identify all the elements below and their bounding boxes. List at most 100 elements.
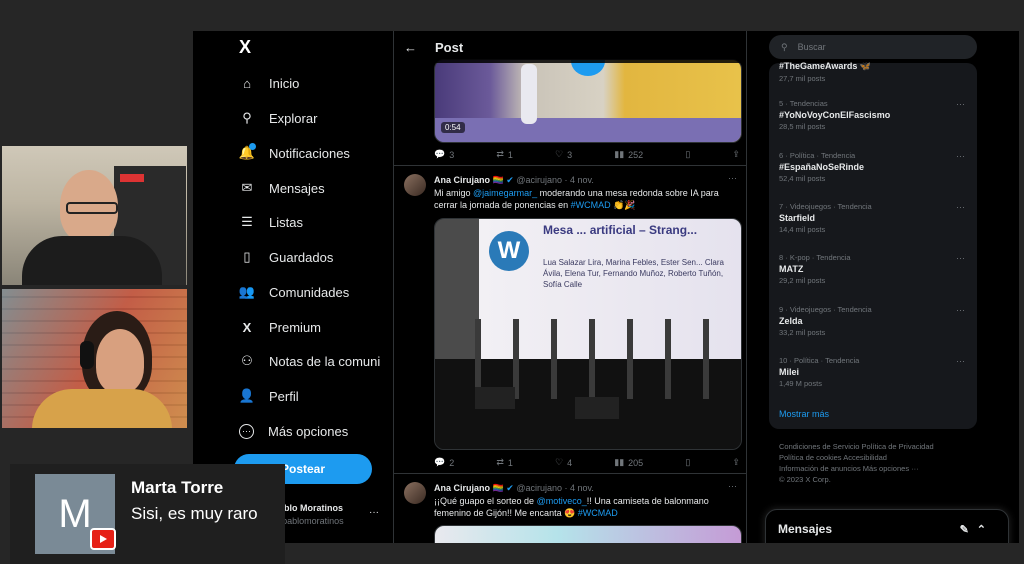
more-icon[interactable]: ··· bbox=[956, 253, 965, 263]
new-message-icon[interactable]: ✎ bbox=[960, 524, 977, 536]
headphones bbox=[80, 341, 94, 369]
tweet1-author[interactable]: Ana Cirujano 🏳️‍🌈 ✔ @acirujano · 4 nov. bbox=[434, 175, 594, 186]
bookmark-icon: ▯ bbox=[685, 149, 691, 159]
chevron-up-icon[interactable]: ⌃ bbox=[977, 524, 994, 536]
trend-item[interactable]: 8 · K-pop · Tendencia MATZ 29,2 mil post… bbox=[779, 253, 969, 285]
nav-item-mas-opciones[interactable]: ⋯ Más opciones bbox=[239, 416, 391, 446]
slide-names: Lua Salazar Lira, Marina Febles, Ester S… bbox=[543, 258, 724, 289]
nav-item-mensajes[interactable]: ✉ Mensajes bbox=[239, 173, 391, 203]
bookmark-button[interactable]: ▯ bbox=[685, 149, 690, 160]
glasses bbox=[66, 202, 118, 214]
trend-item[interactable]: 10 · Política · Tendencia Milei 1,49 M p… bbox=[779, 356, 969, 388]
nav-item-guardados[interactable]: ▯ Guardados bbox=[239, 242, 391, 272]
reply-button[interactable]: 💬 2 bbox=[434, 457, 454, 468]
like-button[interactable]: ♡ 4 bbox=[555, 457, 572, 468]
chat-message: Sisi, es muy raro bbox=[131, 504, 258, 523]
author-avatar[interactable] bbox=[404, 482, 426, 504]
mention-link[interactable]: @motiveco_ bbox=[537, 496, 587, 506]
right-sidebar: ⚲ Buscar #TheGameAwards 🦋 27,7 mil posts… bbox=[745, 31, 1019, 543]
more-icon[interactable]: ··· bbox=[956, 151, 965, 161]
show-more-link[interactable]: Mostrar más bbox=[779, 409, 829, 419]
share-button[interactable]: ⇪ bbox=[732, 149, 740, 160]
more-icon[interactable]: ··· bbox=[956, 202, 965, 212]
nav-item-premium[interactable]: X Premium bbox=[239, 312, 391, 342]
repost-button[interactable]: ⇄ 1 bbox=[496, 149, 513, 160]
guest-face bbox=[96, 329, 144, 393]
nav-item-listas[interactable]: ☰ Listas bbox=[239, 207, 391, 237]
stage-monitor bbox=[475, 387, 515, 409]
repost-icon: ⇄ bbox=[496, 149, 504, 159]
trend-item[interactable]: 7 · Videojuegos · Tendencia Starfield 14… bbox=[779, 202, 969, 234]
author-avatar[interactable] bbox=[404, 174, 426, 196]
feed-header: ← Post bbox=[394, 31, 746, 63]
bookmark-button[interactable]: ▯ bbox=[685, 457, 690, 468]
chat-username: Marta Torre bbox=[131, 478, 224, 497]
tweet-photo[interactable]: W Mesa ... artificial – Strang... Lua Sa… bbox=[434, 218, 742, 450]
page-title: Post bbox=[435, 39, 464, 55]
tweet2-author[interactable]: Ana Cirujano 🏳️‍🌈 ✔ @acirujano · 4 nov. bbox=[434, 483, 594, 494]
share-button[interactable]: ⇪ bbox=[732, 457, 740, 468]
nav-item-comunidades[interactable]: 👥 Comunidades bbox=[239, 277, 391, 307]
nav-item-inicio[interactable]: ⌂ Inicio bbox=[239, 68, 391, 98]
views-button[interactable]: ▮▮ 252 bbox=[614, 149, 643, 160]
trend-item[interactable]: #TheGameAwards 🦋 27,7 mil posts bbox=[779, 59, 969, 83]
tweet1-text: Mi amigo @jaimegarmar_ moderando una mes… bbox=[434, 188, 719, 210]
mail-icon: ✉ bbox=[241, 180, 253, 195]
trend-item[interactable]: 9 · Videojuegos · Tendencia Zelda 33,2 m… bbox=[779, 305, 969, 337]
account-more-icon[interactable]: ··· bbox=[369, 507, 379, 518]
video-person bbox=[521, 64, 537, 124]
video-duration: 0:54 bbox=[441, 122, 465, 133]
hashtag-link[interactable]: #WCMAD bbox=[571, 200, 611, 210]
more-icon[interactable]: ··· bbox=[728, 481, 737, 491]
repost-icon: ⇄ bbox=[496, 457, 504, 467]
trend-item[interactable]: 6 · Política · Tendencia #EspañaNoSeRind… bbox=[779, 151, 969, 183]
video-player[interactable]: 0:54 bbox=[434, 59, 742, 143]
more-icon[interactable]: ··· bbox=[728, 173, 737, 183]
footer-links: Condiciones de Servicio Política de Priv… bbox=[779, 442, 934, 484]
views-button[interactable]: ▮▮ 205 bbox=[614, 457, 643, 468]
messages-drawer[interactable]: Mensajes ✎⌃ bbox=[765, 509, 1009, 543]
trend-item[interactable]: 5 · Tendencias #YoNoVoyConElFascismo 28,… bbox=[779, 99, 969, 131]
post-feed: ← Post 0:54 💬 3 ⇄ 1 ♡ 3 ▮▮ 252 ▯ ⇪ Ana Ciruj… bbox=[393, 31, 747, 543]
wordpress-logo: W bbox=[489, 231, 529, 271]
reply-icon: 💬 bbox=[434, 149, 446, 159]
trends-panel: #TheGameAwards 🦋 27,7 mil posts 5 · Tend… bbox=[769, 61, 977, 429]
bookmark-icon: ▯ bbox=[243, 249, 251, 264]
person-icon: 👤 bbox=[239, 388, 256, 403]
bookmark-icon: ▯ bbox=[685, 457, 691, 467]
hashtag-link[interactable]: #WCMAD bbox=[578, 508, 618, 518]
tweet-photo[interactable] bbox=[434, 525, 742, 543]
nav-item-perfil[interactable]: 👤 Perfil bbox=[239, 381, 391, 411]
host-hoodie bbox=[22, 236, 162, 285]
more-icon[interactable]: ··· bbox=[956, 356, 965, 366]
more-circle-icon: ⋯ bbox=[239, 423, 254, 439]
reply-button[interactable]: 💬 3 bbox=[434, 149, 454, 160]
people-icon: 👥 bbox=[239, 284, 256, 299]
youtube-icon bbox=[90, 528, 116, 550]
verified-icon: ✔ bbox=[506, 483, 514, 493]
live-chat-overlay: M Marta Torre Sisi, es muy raro bbox=[10, 464, 285, 564]
mention-link[interactable]: @jaimegarmar_ bbox=[473, 188, 537, 198]
like-button[interactable]: ♡ 3 bbox=[555, 149, 572, 160]
nav-item-notificaciones[interactable]: 🔔 Notificaciones bbox=[239, 138, 391, 168]
tweet1-actions: 💬 2 ⇄ 1 ♡ 4 ▮▮ 205 ▯ ⇪ bbox=[434, 457, 740, 468]
nav-item-explorar[interactable]: ⚲ Explorar bbox=[239, 103, 391, 133]
divider bbox=[394, 165, 746, 166]
more-icon[interactable]: ··· bbox=[956, 99, 965, 109]
share-icon: ⇪ bbox=[732, 149, 740, 159]
search-input[interactable]: ⚲ Buscar bbox=[769, 35, 977, 59]
notification-dot bbox=[249, 143, 256, 150]
search-icon: ⚲ bbox=[781, 41, 788, 52]
repost-button[interactable]: ⇄ 1 bbox=[496, 457, 513, 468]
divider bbox=[394, 473, 746, 474]
back-arrow-icon[interactable]: ← bbox=[404, 40, 417, 55]
nav-item-notas[interactable]: ⚇ Notas de la comuni bbox=[239, 346, 391, 376]
notes-icon: ⚇ bbox=[241, 353, 253, 368]
webcam-host-video bbox=[2, 146, 187, 285]
webcam-guest-video bbox=[2, 289, 187, 428]
reply-icon: 💬 bbox=[434, 457, 446, 467]
more-icon[interactable]: ··· bbox=[956, 305, 965, 315]
x-logo[interactable]: X bbox=[239, 37, 251, 58]
shelf-light bbox=[120, 174, 144, 182]
stage-monitor bbox=[575, 397, 619, 419]
